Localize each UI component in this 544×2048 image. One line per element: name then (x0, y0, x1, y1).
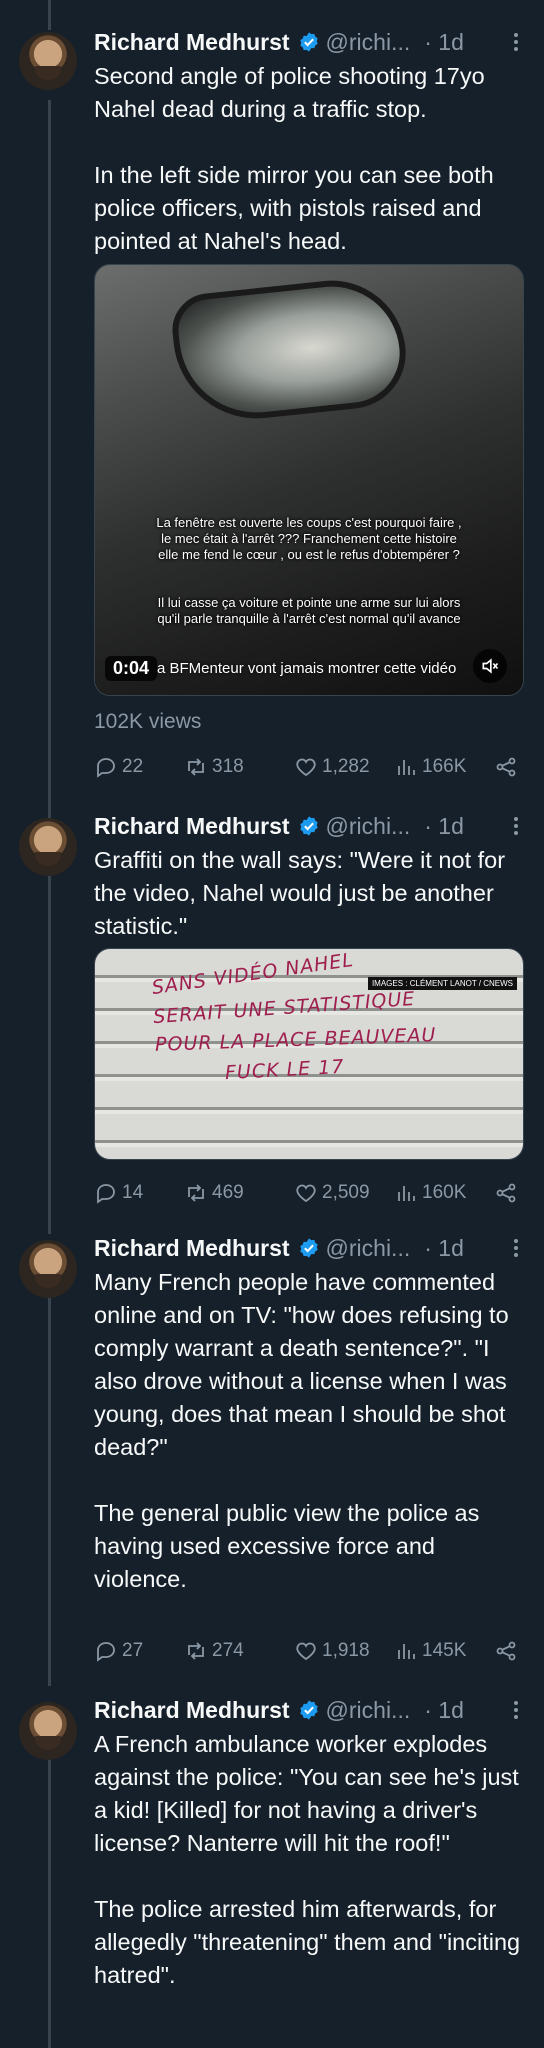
video-subtitle: Il lui casse ça voiture et pointe une ar… (157, 595, 461, 626)
action-bar: 27 274 1,918 145K (94, 1636, 524, 1666)
timestamp[interactable]: · 1d (424, 1697, 464, 1724)
like-count: 1,282 (322, 756, 370, 777)
share-icon (496, 757, 516, 777)
video-subtitle: La fenêtre est ouverte les coups c'est p… (156, 515, 462, 562)
tweet[interactable]: Richard Medhurst @richi... · 1d Second a… (0, 0, 544, 800)
reply-count: 22 (122, 756, 144, 777)
author-handle[interactable]: @richi... (326, 813, 411, 840)
author-handle[interactable]: @richi... (326, 29, 411, 56)
reply-count: 27 (122, 1640, 144, 1661)
reply-icon (97, 1642, 115, 1662)
verified-badge-icon (298, 815, 320, 837)
reply-icon (97, 758, 115, 778)
repost-count: 274 (212, 1640, 244, 1661)
timestamp[interactable]: · 1d (424, 1235, 464, 1262)
author-handle[interactable]: @richi... (326, 1235, 411, 1262)
action-bar: 14 469 2,509 160K (94, 1178, 524, 1208)
tweet-header: Richard Medhurst @richi... · 1d (94, 810, 464, 842)
tweet-header: Richard Medhurst @richi... · 1d (94, 1694, 464, 1726)
tweet-text: Many French people have commented online… (94, 1269, 509, 1592)
repost-button[interactable]: 469 (184, 1181, 294, 1205)
share-icon (496, 1183, 516, 1203)
like-icon (296, 1184, 316, 1203)
reply-button[interactable]: 27 (94, 1639, 184, 1663)
more-icon[interactable] (504, 1696, 528, 1724)
repost-button[interactable]: 274 (184, 1639, 294, 1663)
share-icon (496, 1641, 516, 1661)
analytics-count: 166K (422, 756, 467, 777)
like-button[interactable]: 2,509 (294, 1181, 394, 1205)
analytics-button[interactable]: 145K (394, 1639, 494, 1663)
like-button[interactable]: 1,918 (294, 1639, 394, 1663)
repost-count: 469 (212, 1182, 244, 1203)
analytics-button[interactable]: 160K (394, 1181, 494, 1205)
more-icon[interactable] (504, 28, 528, 56)
tweet[interactable]: Richard Medhurst @richi... · 1d A French… (0, 1684, 544, 2048)
analytics-icon (398, 1186, 415, 1201)
like-icon (296, 1642, 316, 1661)
tweet-header: Richard Medhurst @richi... · 1d (94, 1232, 464, 1264)
author-name[interactable]: Richard Medhurst (94, 1697, 290, 1724)
reply-button[interactable]: 22 (94, 755, 184, 779)
repost-icon (188, 1642, 204, 1660)
verified-badge-icon (298, 1237, 320, 1259)
avatar[interactable] (19, 1240, 77, 1298)
video-time: 0:04 (105, 656, 158, 681)
timestamp[interactable]: · 1d (424, 29, 464, 56)
repost-count: 318 (212, 756, 244, 777)
tweet[interactable]: Richard Medhurst @richi... · 1d Graffiti… (0, 800, 544, 1220)
tweet-video[interactable]: La fenêtre est ouverte les coups c'est p… (94, 264, 524, 696)
analytics-icon (398, 1644, 415, 1659)
more-icon[interactable] (504, 812, 528, 840)
repost-button[interactable]: 318 (184, 755, 294, 779)
action-bar: 22 318 1,282 166K (94, 752, 524, 782)
avatar[interactable] (19, 1702, 77, 1760)
author-name[interactable]: Richard Medhurst (94, 29, 290, 56)
reply-button[interactable]: 14 (94, 1181, 184, 1205)
repost-icon (188, 1184, 204, 1202)
author-name[interactable]: Richard Medhurst (94, 1235, 290, 1262)
like-icon (296, 758, 316, 777)
tweet-text: A French ambulance worker explodes again… (94, 1731, 521, 1988)
tweet-image[interactable]: IMAGES : CLÉMENT LANOT / CNEWS SANS VIDÉ… (94, 948, 524, 1160)
reply-count: 14 (122, 1182, 144, 1203)
view-count: 102K views (94, 710, 202, 733)
verified-badge-icon (298, 1699, 320, 1721)
analytics-button[interactable]: 166K (394, 755, 494, 779)
like-count: 2,509 (322, 1182, 370, 1203)
author-name[interactable]: Richard Medhurst (94, 813, 290, 840)
mute-icon[interactable] (473, 649, 507, 683)
timestamp[interactable]: · 1d (424, 813, 464, 840)
analytics-icon (398, 760, 415, 775)
avatar[interactable] (19, 32, 77, 90)
verified-badge-icon (298, 31, 320, 53)
share-button[interactable] (494, 1639, 518, 1663)
share-button[interactable] (494, 755, 518, 779)
like-button[interactable]: 1,282 (294, 755, 394, 779)
tweet-text: Graffiti on the wall says: "Were it not … (94, 847, 506, 939)
more-icon[interactable] (504, 1234, 528, 1262)
share-button[interactable] (494, 1181, 518, 1205)
tweet-text: Second angle of police shooting 17yo Nah… (94, 63, 494, 254)
analytics-count: 160K (422, 1182, 467, 1203)
video-caption: a BFMenteur vont jamais montrer cette vi… (157, 660, 457, 677)
reply-icon (97, 1184, 115, 1204)
repost-icon (188, 758, 204, 776)
analytics-count: 145K (422, 1640, 467, 1661)
like-count: 1,918 (322, 1640, 370, 1661)
avatar[interactable] (19, 818, 77, 876)
tweet-header: Richard Medhurst @richi... · 1d (94, 26, 464, 58)
tweet[interactable]: Richard Medhurst @richi... · 1d Many Fre… (0, 1222, 544, 1682)
author-handle[interactable]: @richi... (326, 1697, 411, 1724)
image-credit: IMAGES : CLÉMENT LANOT / CNEWS (367, 977, 517, 990)
